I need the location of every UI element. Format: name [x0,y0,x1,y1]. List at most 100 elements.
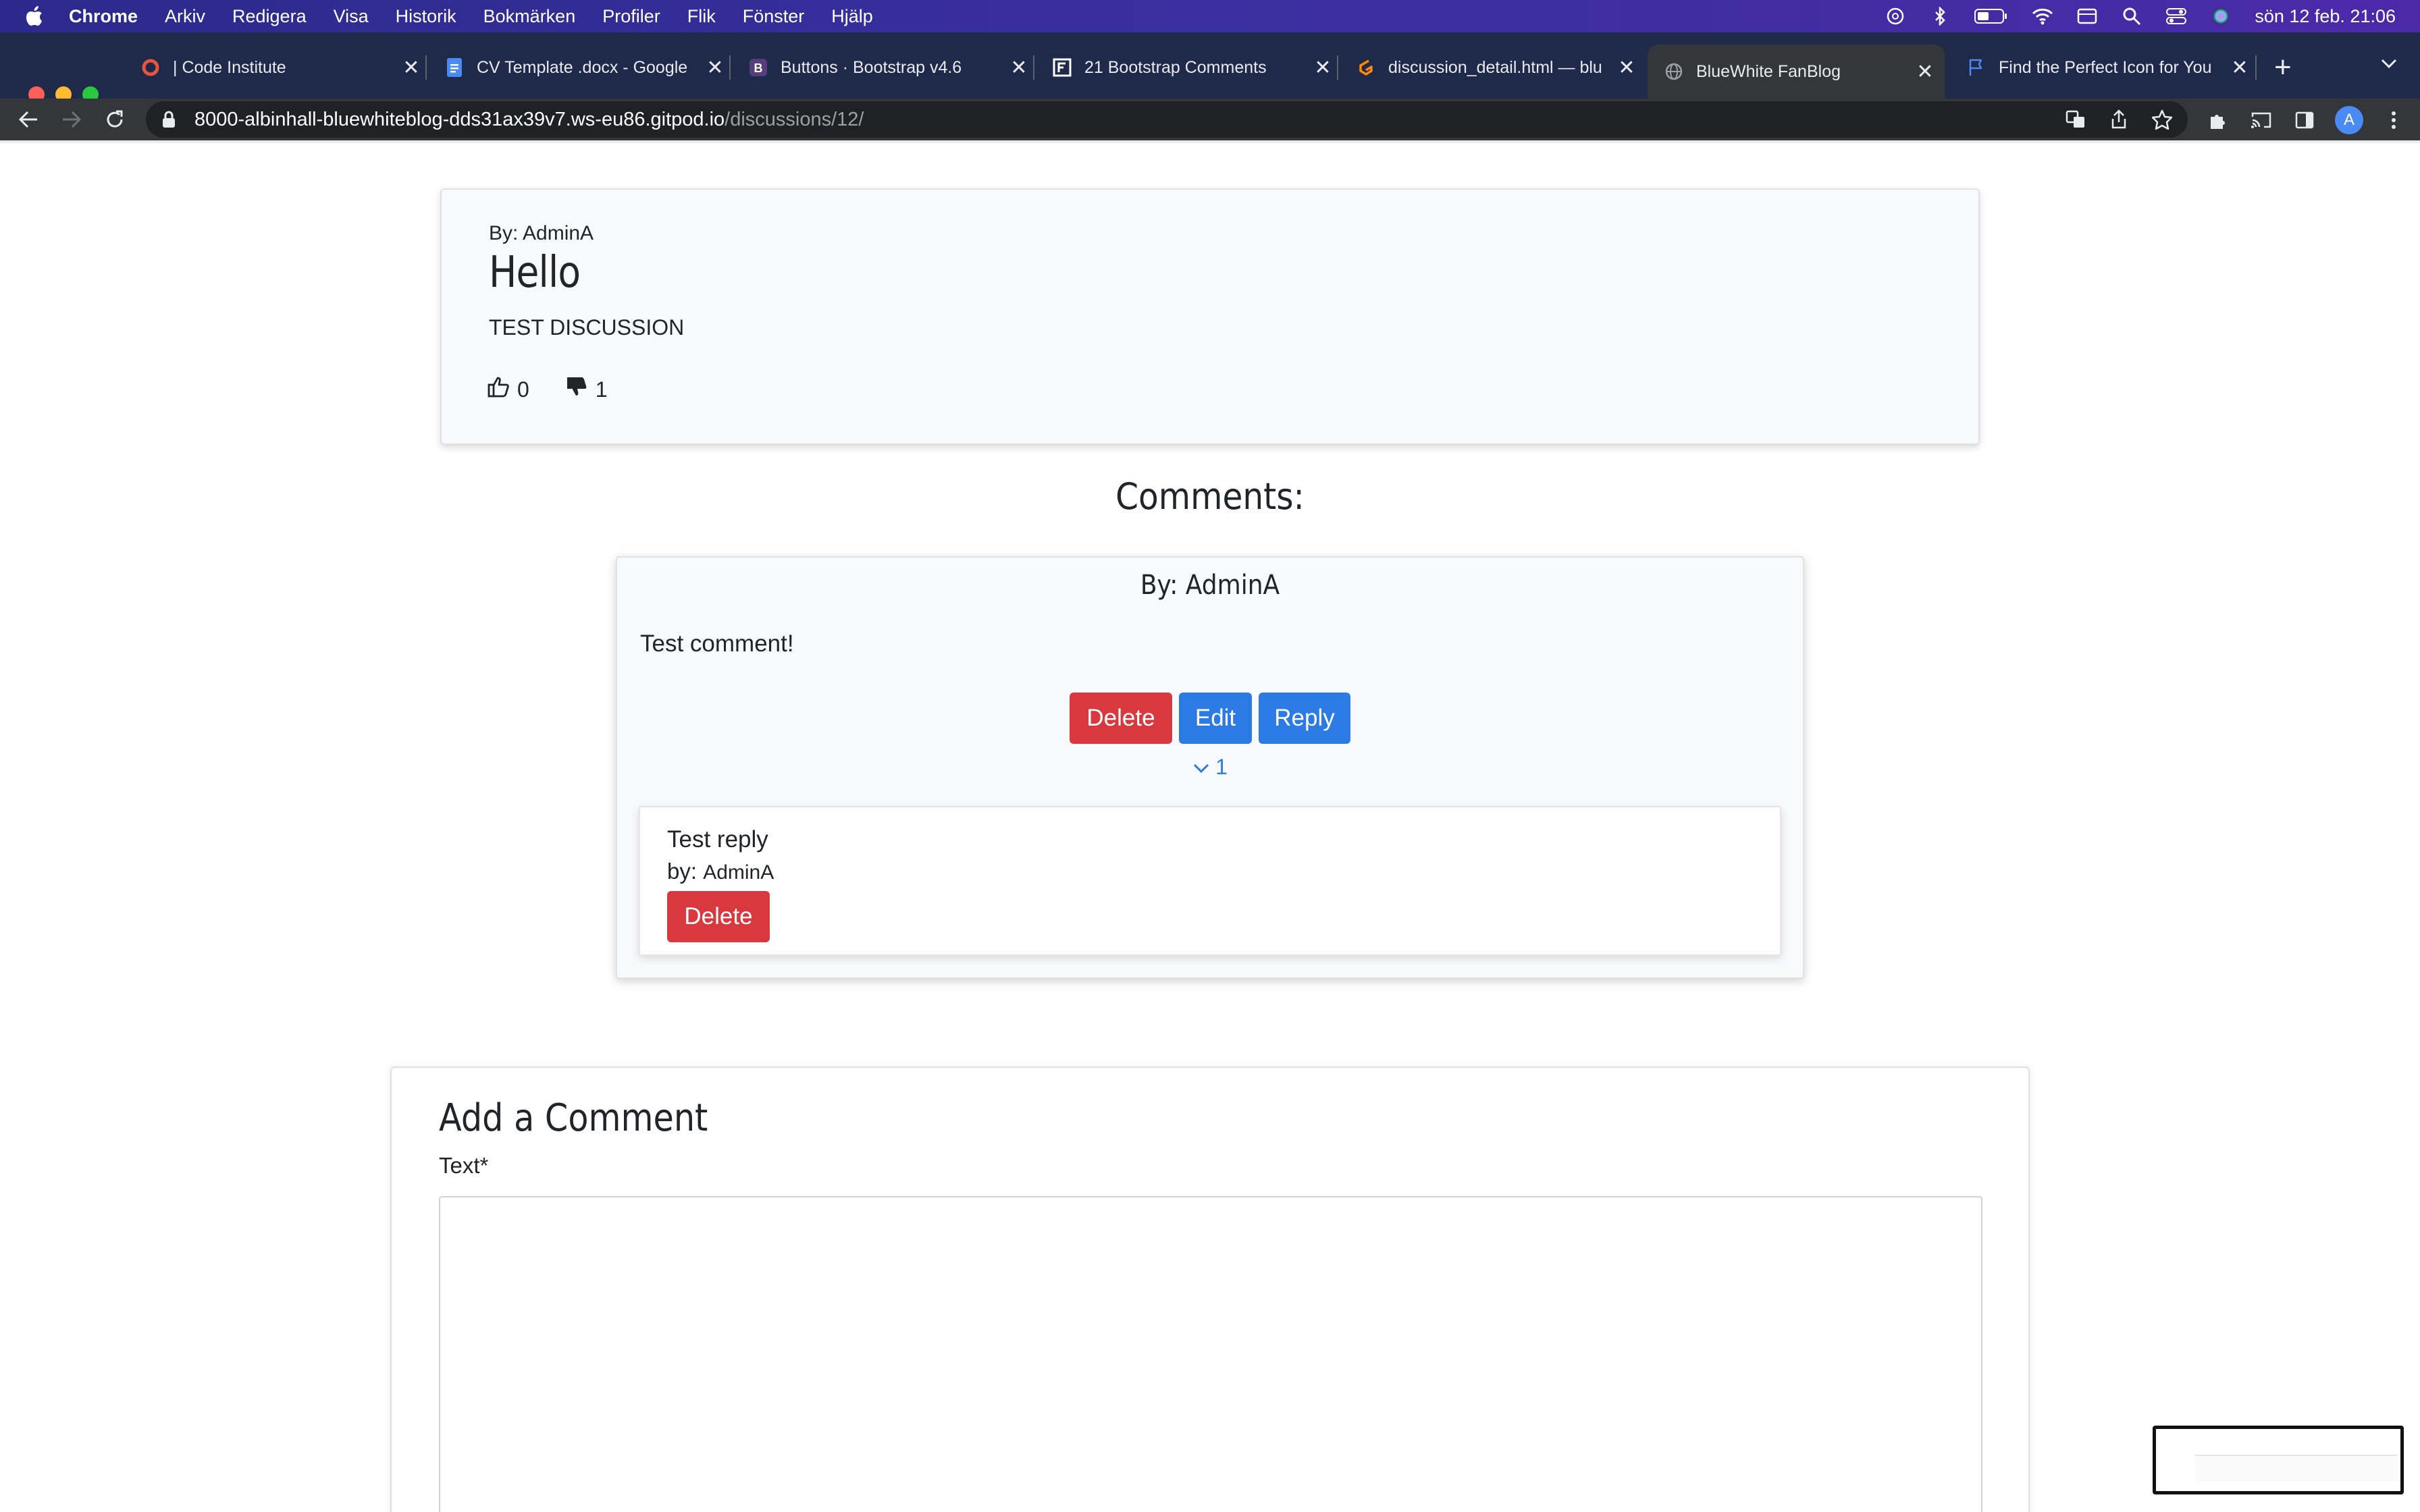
siri-icon[interactable] [2210,5,2232,27]
menu-fonster[interactable]: Fönster [743,6,805,27]
tab-close-icon[interactable]: ✕ [1009,56,1029,80]
globe-icon [1664,61,1684,82]
reply-count: 1 [1215,755,1228,779]
delete-comment-button[interactable]: Delete [1070,693,1172,744]
forward-arrow-icon[interactable] [58,106,85,133]
menubar-clock[interactable]: sön 12 feb. 21:06 [2255,6,2396,27]
address-bar[interactable]: 8000-albinhall-bluewhiteblog-dds31ax39v7… [146,101,2188,138]
wifi-icon[interactable] [2032,5,2053,27]
add-comment-form: Add a Comment Text* [390,1066,2030,1512]
tab-bluewhite-fanblog[interactable]: BlueWhite FanBlog ✕ [1648,45,1945,99]
tab-separator [425,55,427,80]
comment-author: By: AdminA [1140,570,1280,601]
toolbar-actions: A [2205,106,2406,134]
tab-separator [2255,55,2257,80]
apple-icon[interactable] [26,5,46,27]
discussion-title: Hello [489,248,581,298]
new-tab-button[interactable]: + [2274,53,2292,82]
tab-separator [1033,55,1034,80]
menu-app-name[interactable]: Chrome [69,6,138,27]
reply-text: Test reply [667,826,768,853]
chrome-toolbar: 8000-albinhall-bluewhiteblog-dds31ax39v7… [0,99,2420,140]
flag-icon [1966,57,1987,78]
chevron-down-icon [1192,755,1210,780]
comment-text: Test comment! [640,630,794,657]
delete-reply-button[interactable]: Delete [667,891,770,942]
dislike-count: 1 [595,377,608,402]
bookmark-star-icon[interactable] [2150,107,2174,132]
discussion-author: By: AdminA [489,222,594,244]
tab-title: Buttons · Bootstrap v4.6 [781,57,962,77]
url-path: /discussions/12/ [725,108,864,130]
text-field-label: Text* [439,1153,489,1178]
url-host: 8000-albinhall-bluewhiteblog-dds31ax39v7… [194,108,725,130]
tab-search-chevron-icon[interactable] [2379,57,2398,74]
vote-controls: 0 1 [488,376,608,403]
side-panel-icon[interactable] [2292,107,2317,134]
toggle-replies-button[interactable]: 1 [617,755,1803,780]
tab-separator [729,55,731,80]
gitpod-icon [1356,57,1376,78]
menu-flik[interactable]: Flik [687,6,716,27]
share-icon[interactable] [2107,107,2131,132]
battery-icon[interactable] [1974,5,2009,27]
chatgpt-icon[interactable] [1885,5,1906,27]
svg-text:B: B [754,61,763,75]
chrome-menu-icon[interactable] [2381,107,2406,134]
form-title: Add a Comment [439,1096,708,1140]
tab-close-icon[interactable]: ✕ [401,56,421,80]
tab-close-icon[interactable]: ✕ [1915,60,1935,84]
tab-title: BlueWhite FanBlog [1696,61,1841,81]
macos-menubar: Chrome Arkiv Redigera Visa Historik Bokm… [0,0,2420,32]
like-button[interactable]: 0 [488,376,529,403]
discussion-body: TEST DISCUSSION [489,315,685,340]
recaptcha-widget[interactable] [2153,1426,2404,1494]
back-arrow-icon[interactable] [15,106,42,133]
cast-icon[interactable] [2248,107,2274,134]
bluetooth-icon[interactable] [1929,5,1951,27]
menu-arkiv[interactable]: Arkiv [165,6,205,27]
tab-code-institute[interactable]: | Code Institute ✕ [140,47,421,88]
google-docs-icon [444,57,465,78]
dislike-button[interactable]: 1 [566,376,608,403]
menu-historik[interactable]: Historik [396,6,456,27]
code-institute-icon [140,57,161,78]
tab-title: Find the Perfect Icon for You [1999,57,2212,77]
recaptcha-inner [2195,1455,2398,1482]
menu-redigera[interactable]: Redigera [232,6,307,27]
comments-heading: Comments: [1115,475,1305,518]
edit-comment-button[interactable]: Edit [1179,693,1252,744]
like-count: 0 [517,377,529,402]
reply-card: Test reply by: AdminA Delete [639,806,1781,956]
tab-close-icon[interactable]: ✕ [1616,56,1637,80]
thumbs-up-icon [488,376,510,403]
profile-avatar[interactable]: A [2335,106,2363,134]
tab-close-icon[interactable]: ✕ [1313,56,1333,80]
reload-icon[interactable] [101,106,128,133]
tab-cv-template[interactable]: CV Template .docx - Google ✕ [444,47,725,88]
menu-visa[interactable]: Visa [334,6,369,27]
tab-title: CV Template .docx - Google [477,57,688,77]
tab-title: discussion_detail.html — blu [1388,57,1602,77]
menu-profiler[interactable]: Profiler [602,6,660,27]
spotlight-search-icon[interactable] [2121,5,2142,27]
tab-discussion-detail[interactable]: discussion_detail.html — blu ✕ [1356,47,1637,88]
extensions-puzzle-icon[interactable] [2205,107,2231,134]
tab-separator [1337,55,1338,80]
tab-close-icon[interactable]: ✕ [2230,56,2250,80]
tab-bootstrap-buttons[interactable]: B Buttons · Bootstrap v4.6 ✕ [748,47,1029,88]
tab-close-icon[interactable]: ✕ [705,56,725,80]
menu-hjalp[interactable]: Hjälp [831,6,873,27]
tab-find-icon[interactable]: Find the Perfect Icon for You ✕ [1966,47,2250,88]
menu-bokmarken[interactable]: Bokmärken [483,6,576,27]
frontendor-icon [1052,57,1072,78]
lock-icon[interactable] [162,110,178,129]
comment-textarea[interactable] [439,1196,1982,1512]
tab-bootstrap-comments[interactable]: 21 Bootstrap Comments ✕ [1052,47,1333,88]
control-center-icon[interactable] [2165,5,2187,27]
reply-comment-button[interactable]: Reply [1259,693,1350,744]
translate-icon[interactable] [2063,107,2088,132]
display-icon[interactable] [2076,5,2098,27]
menubar-status-area: sön 12 feb. 21:06 [1885,0,2396,32]
comment-card: By: AdminA Test comment! Delete Edit Rep… [616,556,1804,979]
